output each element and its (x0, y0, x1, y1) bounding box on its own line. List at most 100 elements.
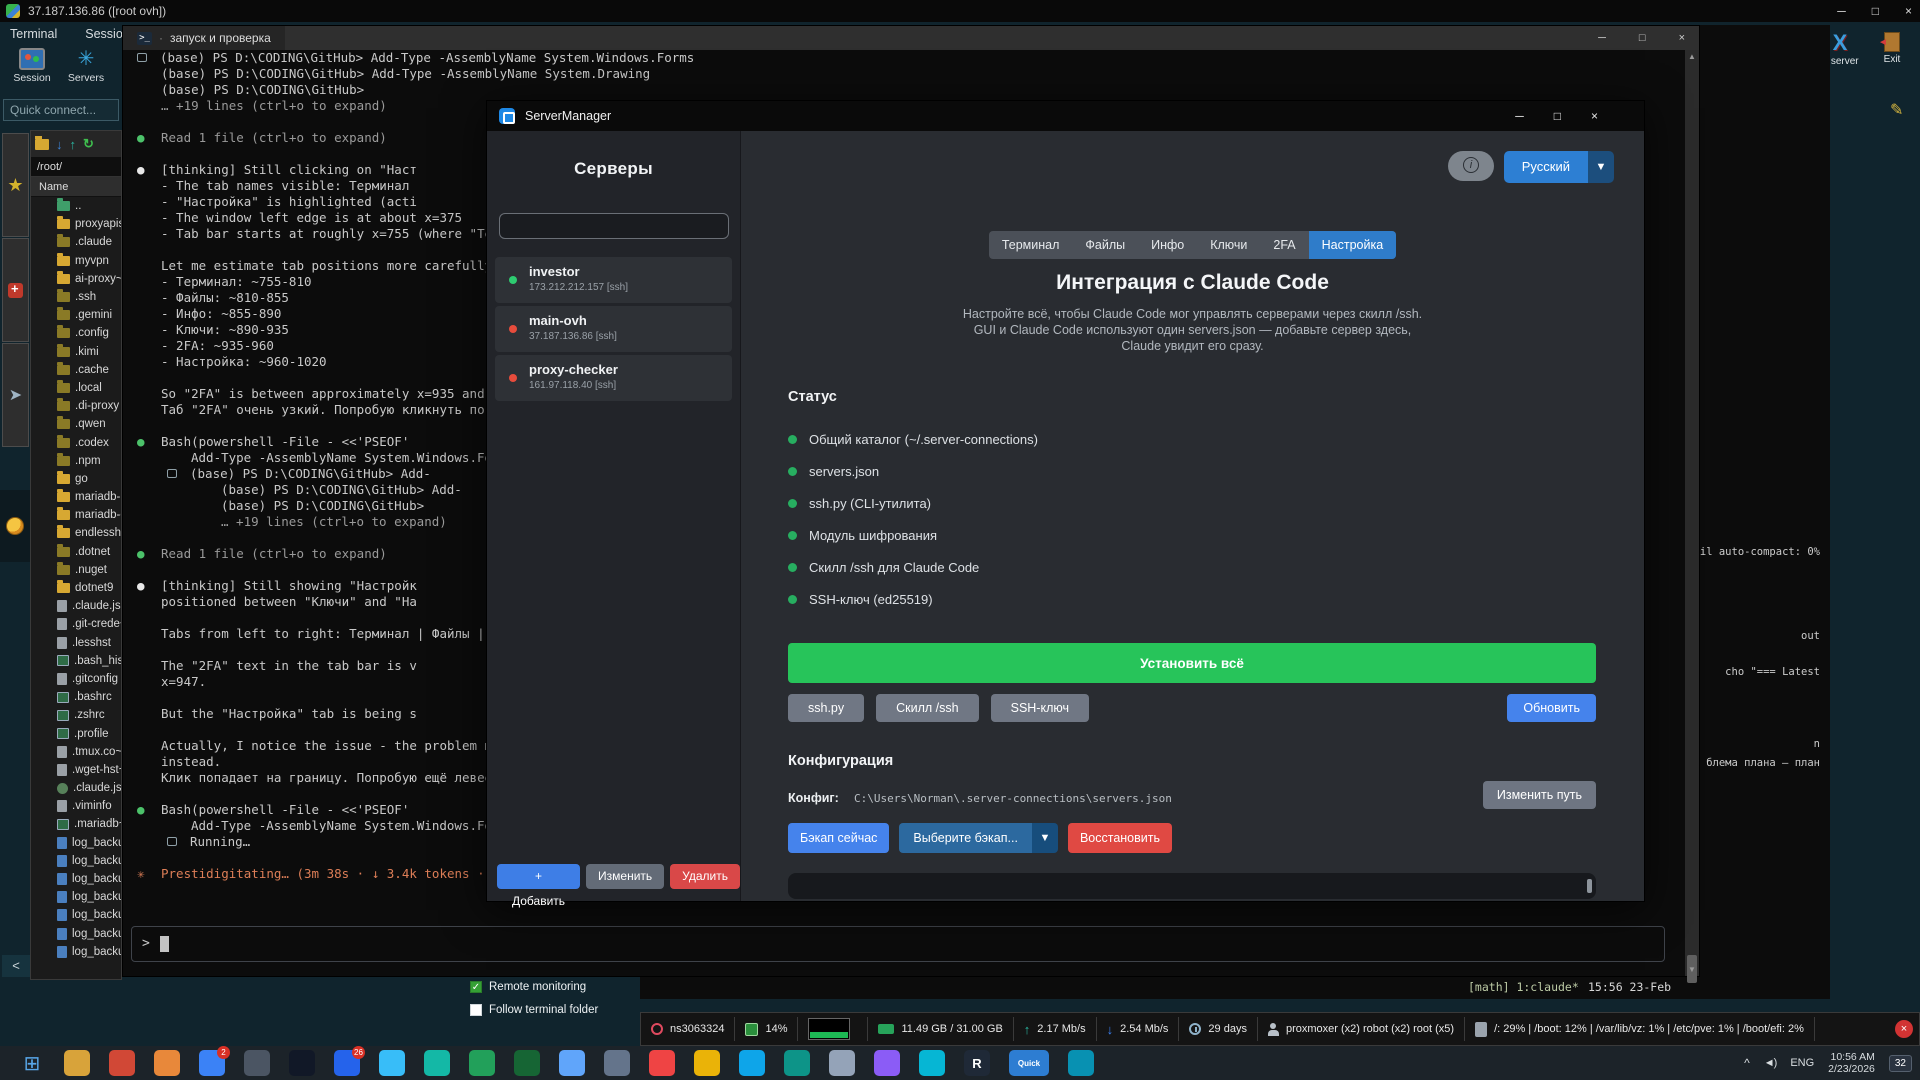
file-row[interactable]: log_backu~ (31, 834, 121, 852)
upload-icon[interactable]: ↑ (70, 137, 77, 152)
menu-terminal[interactable]: Terminal (10, 27, 57, 41)
refresh-button[interactable]: Обновить (1507, 694, 1596, 722)
taskbar-app-brave-icon[interactable] (109, 1050, 135, 1076)
notification-badge[interactable]: 32 (1889, 1055, 1912, 1072)
file-row[interactable]: .zshrc (31, 706, 121, 724)
file-row[interactable]: .claude.js~ (31, 597, 121, 615)
component-button[interactable]: SSH-ключ (991, 694, 1089, 722)
taskbar-app-teal-app-icon[interactable] (424, 1050, 450, 1076)
backup-select-dropdown[interactable]: Выберите бэкап... ▼ (899, 823, 1058, 853)
terminal-minimize-button[interactable]: ─ (1598, 32, 1606, 44)
add-server-button[interactable]: + Добавить (497, 864, 580, 889)
file-row[interactable]: .lesshst (31, 634, 121, 652)
file-row[interactable]: mariadb-c~ (31, 506, 121, 524)
taskbar-app-sheets-app-icon[interactable] (469, 1050, 495, 1076)
tab-Терминал[interactable]: Терминал (989, 231, 1073, 259)
tray-expand-chevron[interactable]: ^ (1744, 1056, 1750, 1070)
taskbar-app-red-app-icon[interactable] (649, 1050, 675, 1076)
language-dropdown[interactable]: Русский ▼ (1504, 151, 1614, 183)
file-row[interactable]: log_backu~ (31, 943, 121, 961)
terminal-maximize-button[interactable]: □ (1639, 32, 1646, 44)
taskbar-app-teal-s-app-icon[interactable] (784, 1050, 810, 1076)
taskbar-app-terminal-app-icon[interactable] (289, 1050, 315, 1076)
output-log-box[interactable] (788, 873, 1596, 899)
toolbar-servers-button[interactable]: ✳ Servers (60, 48, 112, 84)
taskbar-app-yellow-app-icon[interactable] (694, 1050, 720, 1076)
file-row[interactable]: .config (31, 324, 121, 342)
info-button[interactable]: i (1448, 151, 1494, 181)
checkbox-checked-icon[interactable]: ✓ (470, 981, 482, 993)
backup-now-button[interactable]: Бэкап сейчас (788, 823, 889, 853)
file-row[interactable]: .tmux.co~ (31, 743, 121, 761)
download-icon[interactable]: ↓ (56, 137, 63, 152)
delete-server-button[interactable]: Удалить (670, 864, 740, 889)
exit-shortcut[interactable]: Exit (1872, 30, 1912, 65)
file-row[interactable]: .gitconfig (31, 670, 121, 688)
file-row[interactable]: go (31, 470, 121, 488)
file-row[interactable]: .ssh (31, 288, 121, 306)
server-list-item[interactable]: main-ovh37.187.136.86 [ssh] (495, 306, 732, 352)
taskbar-app-telegram-app-icon[interactable] (739, 1050, 765, 1076)
monitoring-close-button[interactable]: × (1895, 1020, 1913, 1038)
file-row[interactable]: .gemini (31, 306, 121, 324)
folder-up-icon[interactable] (35, 139, 49, 150)
file-row[interactable]: .dotnet (31, 543, 121, 561)
file-row[interactable]: dotnet9 (31, 579, 121, 597)
file-row[interactable]: log_backu~ (31, 870, 121, 888)
tab-Настройка[interactable]: Настройка (1309, 231, 1397, 259)
taskbar-app-file-explorer-icon[interactable] (64, 1050, 90, 1076)
taskbar-app-chrome-icon[interactable]: 2 (199, 1050, 225, 1076)
follow-folder-checkbox-row[interactable]: Follow terminal folder (470, 1004, 598, 1016)
file-row[interactable]: .bashrc (31, 688, 121, 706)
file-row[interactable]: .npm (31, 452, 121, 470)
file-row[interactable]: .local (31, 379, 121, 397)
tab-Ключи[interactable]: Ключи (1197, 231, 1260, 259)
file-row[interactable]: .viminfo (31, 797, 121, 815)
change-path-button[interactable]: Изменить путь (1483, 781, 1596, 809)
file-row[interactable]: .git-crede~ (31, 615, 121, 633)
taskbar-app-quick-share-icon[interactable]: Quick (1009, 1050, 1049, 1076)
file-row[interactable]: .bash_his~ (31, 652, 121, 670)
file-row[interactable]: log_backu~ (31, 906, 121, 924)
sidebar-tab-tools[interactable] (2, 238, 29, 342)
taskbar-app-slate-app-icon[interactable] (604, 1050, 630, 1076)
toolbar-session-button[interactable]: Session (6, 48, 58, 84)
taskbar-app-blue-app-icon[interactable] (379, 1050, 405, 1076)
server-list-item[interactable]: proxy-checker161.97.118.40 [ssh] (495, 355, 732, 401)
terminal-scrollbar[interactable]: ▲ ▼ (1685, 50, 1699, 976)
file-row[interactable]: .codex (31, 433, 121, 451)
taskbar-app-firefox-icon[interactable] (154, 1050, 180, 1076)
file-row[interactable]: proxyapis (31, 215, 121, 233)
install-all-button[interactable]: Установить всё (788, 643, 1596, 683)
file-row[interactable]: .qwen (31, 415, 121, 433)
claude-input-box[interactable]: > (131, 926, 1665, 962)
servermanager-titlebar[interactable]: ServerManager ─ □ × (487, 101, 1644, 131)
terminal-close-button[interactable]: × (1679, 32, 1685, 44)
taskbar-app-cyan-app-icon[interactable] (919, 1050, 945, 1076)
file-row[interactable]: endlessh (31, 524, 121, 542)
file-row[interactable]: log_backu~ (31, 852, 121, 870)
component-button[interactable]: Скилл /ssh (876, 694, 978, 722)
file-row[interactable]: log_backu~ (31, 925, 121, 943)
taskbar-app-dark-app-icon[interactable] (244, 1050, 270, 1076)
taskbar-app-opera-app-icon[interactable] (559, 1050, 585, 1076)
scrollbar-down-arrow[interactable]: ▼ (1685, 965, 1699, 974)
file-row[interactable]: .nuget (31, 561, 121, 579)
file-row[interactable]: .. (31, 197, 121, 215)
taskbar-app-edge-icon[interactable]: 26 (334, 1050, 360, 1076)
checkbox-unchecked-icon[interactable] (470, 1004, 482, 1016)
taskbar-app-paint-app-icon[interactable] (1068, 1050, 1094, 1076)
taskbar-app-start-icon[interactable]: ⊞ (19, 1050, 45, 1076)
taskbar-app-ide-app-icon[interactable] (514, 1050, 540, 1076)
volume-icon[interactable]: ◄) (1764, 1057, 1777, 1069)
window-minimize-button[interactable]: ─ (1837, 4, 1846, 18)
quick-connect-input[interactable]: Quick connect... (3, 99, 119, 121)
refresh-icon[interactable]: ↻ (83, 136, 94, 152)
server-search-input[interactable] (499, 213, 729, 239)
tab-2FA[interactable]: 2FA (1260, 231, 1308, 259)
tab-Файлы[interactable]: Файлы (1072, 231, 1138, 259)
file-row[interactable]: .kimi (31, 343, 121, 361)
pencil-icon[interactable]: ✎ (1890, 100, 1903, 120)
server-list-item[interactable]: investor173.212.212.157 [ssh] (495, 257, 732, 303)
file-row[interactable]: .claude.jso~ (31, 779, 121, 797)
